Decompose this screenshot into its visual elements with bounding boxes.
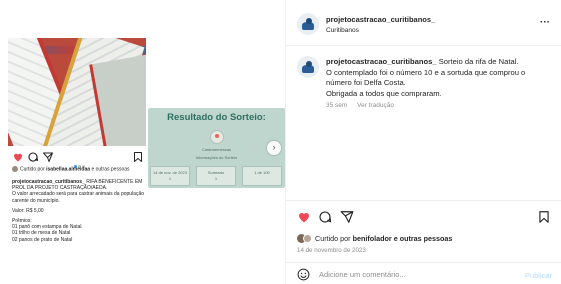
comment-input[interactable] [319, 267, 519, 281]
embedded-post-card: Curtido por isabellaa.almeidaa e outras … [8, 38, 146, 278]
bookmark-icon [134, 152, 142, 162]
post-location[interactable]: Curitibanos [326, 27, 359, 34]
post-date: 14 de novembro de 2023 [297, 247, 366, 254]
result-badge [210, 130, 224, 144]
avatar[interactable] [297, 56, 319, 78]
post-header: projetocastracao_curitibanos_ Curitibano… [286, 0, 561, 46]
comment-icon[interactable] [318, 210, 332, 224]
avatar [303, 234, 312, 243]
slide-subtitle: Castraremessas [201, 147, 232, 152]
caption-meta: 35 sem Ver tradução [326, 102, 402, 109]
chevron-right-icon[interactable]: › [267, 141, 281, 155]
embedded-caption: projetocastracao_curitibanos_ RIFA BENEF… [12, 179, 145, 243]
heart-icon[interactable] [297, 210, 311, 224]
result-boxes: 14 de nov. de 2023 1 Sorteado 1 1 de 100 [150, 166, 283, 186]
raffle-prizes-photo [8, 38, 146, 146]
slide-title: Resultado do Sorteio: [167, 112, 266, 123]
embedded-value: Valor: R$ 5,00 [12, 207, 44, 214]
share-icon [43, 152, 53, 162]
translate-link[interactable]: Ver tradução [357, 102, 394, 109]
share-icon[interactable] [340, 210, 354, 224]
avatar [12, 166, 18, 172]
heart-icon [14, 153, 22, 162]
embedded-liked-by: Curtido por isabellaa.almeidaa e outras … [12, 166, 144, 172]
comment-icon [28, 152, 39, 162]
post-sidebar: projetocastracao_curitibanos_ Curitibano… [285, 0, 561, 284]
post-media: Curtido por isabellaa.almeidaa e outras … [0, 0, 285, 284]
embedded-prizes-title: Prêmios: [12, 218, 32, 225]
emoji-icon[interactable] [297, 268, 310, 281]
comment-bar: Publicar [286, 262, 561, 284]
carousel-dots [74, 155, 90, 168]
avatar[interactable] [297, 13, 319, 35]
result-box: Sorteado 1 [196, 166, 236, 186]
embedded-actions [12, 151, 144, 168]
bookmark-icon[interactable] [537, 210, 551, 224]
slide-caption: Informações do Sorteio [195, 155, 238, 160]
post-caption: projetocastracao_curitibanos_ Sorteio da… [286, 46, 561, 200]
carousel-slide-result: Resultado do Sorteio: Castraremessas Inf… [148, 108, 285, 188]
more-icon[interactable]: ··· [540, 18, 550, 28]
caption-text: projetocastracao_curitibanos_ Sorteio da… [326, 57, 526, 98]
list-item: 01 panô com estampa de Natal [12, 224, 82, 231]
liked-by[interactable]: Curtido por benifolador e outras pessoas [297, 234, 452, 243]
result-box: 14 de nov. de 2023 1 [150, 166, 190, 186]
post-username[interactable]: projetocastracao_curitibanos_ [326, 15, 435, 24]
list-item: 02 panos de prato de Natal [12, 236, 73, 243]
post-age: 35 sem [326, 102, 348, 109]
publish-button[interactable]: Publicar [525, 271, 552, 280]
list-item: 01 trilho de mesa de Natal [12, 230, 71, 237]
result-box: 1 de 100 [242, 166, 282, 186]
caption-username[interactable]: projetocastracao_curitibanos_ [326, 57, 437, 66]
